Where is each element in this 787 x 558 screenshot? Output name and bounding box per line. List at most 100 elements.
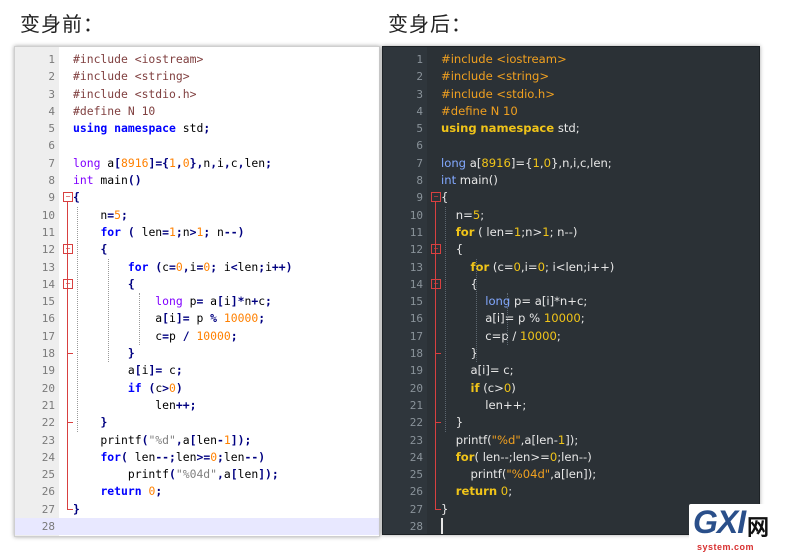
code-line[interactable]: 7 long a[8916]={1,0},n,i,c,len; [15,155,379,172]
code-text: return 0; [100,484,163,499]
fold-end-marker [67,353,73,355]
watermark-domain: system.com [697,542,755,552]
code-line[interactable]: 13 for (c=0,i=0; i<len;i++) [15,259,379,276]
code-line[interactable]: 20 if (c>0) [383,380,759,397]
code-line[interactable]: 7 long a[8916]={1,0},n,i,c,len; [383,155,759,172]
code-text: printf("%04d",a[len]); [441,467,597,482]
code-line[interactable]: 12 {− [383,241,759,258]
code-line[interactable]: 24 for( len--;len>=0;len--) [15,449,379,466]
code-line[interactable]: 6 [383,137,759,154]
code-line[interactable]: 15 long p= a[i]*n+c; [15,293,379,310]
fold-line [67,287,68,354]
line-number: 6 [48,139,55,153]
line-number: 17 [409,329,423,343]
code-line[interactable]: 28 [15,518,379,536]
line-number: 18 [41,347,55,361]
watermark-cn: 网 [747,515,770,540]
code-line[interactable]: 2 #include <string> [383,68,759,85]
code-text: n=5; [441,207,485,222]
text-cursor [441,518,443,534]
code-text: for ( len=1;n>1; n--) [455,224,578,239]
code-line[interactable]: 23 printf("%d",a[len-1]); [15,432,379,449]
code-text: #define N 10 [73,103,156,118]
code-line[interactable]: 17 c=p / 10000; [15,328,379,345]
line-number: 10 [409,208,423,222]
code-line[interactable]: 26 return 0; [383,483,759,500]
fold-toggle-icon[interactable]: − [63,278,73,289]
code-text: int main() [441,173,498,188]
site-watermark: GXI 网 system.com [689,504,781,552]
code-line[interactable]: 12 {− [15,241,379,258]
code-line[interactable]: 19 a[i]= c; [15,362,379,379]
code-line[interactable]: 16 a[i]= p % 10000; [15,310,379,327]
code-line[interactable]: 24 for( len--;len>=0;len--) [383,449,759,466]
code-text: #include <string> [73,69,190,84]
line-number: 17 [41,329,55,343]
code-line[interactable]: 21 len++; [383,397,759,414]
line-number: 15 [409,295,423,309]
line-number: 26 [409,485,423,499]
line-number: 12 [409,243,423,257]
editor-panel-before[interactable]: 1 #include <iostream> 2 #include <string> 3 #… [14,46,380,537]
code-line[interactable]: 23 printf("%d",a[len-1]); [383,432,759,449]
code-line[interactable]: 26 return 0; [15,483,379,500]
fold-toggle-icon[interactable]: − [63,244,73,255]
code-line[interactable]: 21 len++; [15,397,379,414]
code-line[interactable]: 19 a[i]= c; [383,362,759,379]
code-line[interactable]: 11 for ( len=1;n>1; n--) [15,224,379,241]
code-line[interactable]: 3 #include <stdio.h> [383,86,759,103]
code-line[interactable]: 8 int main() [15,172,379,189]
code-line[interactable]: 14 {− [15,276,379,293]
code-text: using namespace std; [73,121,211,136]
fold-toggle-icon[interactable]: − [431,278,441,289]
code-text: for( len--;len>=0;len--) [100,449,266,464]
code-line[interactable]: 10 n=5; [383,207,759,224]
code-text: } [127,346,135,361]
code-text: using namespace std; [441,121,580,136]
code-text: c=p / 10000; [73,328,238,343]
code-line[interactable]: 4 #define N 10 [15,103,379,120]
code-line[interactable]: 5 using namespace std; [15,120,379,137]
code-line[interactable]: 1 #include <iostream> [383,51,759,68]
code-line[interactable]: 13 for (c=0,i=0; i<len;i++) [383,259,759,276]
editor-panel-after[interactable]: 1 #include <iostream> 2 #include <string> 3 #… [382,46,760,535]
line-number: 14 [409,277,423,291]
code-line[interactable]: 8 int main() [383,172,759,189]
code-line[interactable]: 5 using namespace std; [383,120,759,137]
code-line[interactable]: 9 {− [383,189,759,206]
code-text: len++; [73,397,197,412]
code-line[interactable]: 4 #define N 10 [383,103,759,120]
line-number: 22 [41,416,55,430]
fold-toggle-icon[interactable]: − [431,192,441,203]
code-line[interactable]: 17 c=p / 10000; [383,328,759,345]
code-line[interactable]: 14 {− [383,276,759,293]
fold-toggle-icon[interactable]: − [431,244,441,255]
code-line[interactable]: 11 for ( len=1;n>1; n--) [383,224,759,241]
line-number: 11 [409,225,423,239]
code-text: { [127,276,135,291]
fold-toggle-icon[interactable]: − [63,192,73,203]
code-text: c=p / 10000; [441,328,561,343]
line-number: 7 [416,156,423,170]
code-line[interactable]: 25 printf("%04d",a[len]); [383,466,759,483]
code-line[interactable]: 2 #include <string> [15,68,379,85]
code-line[interactable]: 16 a[i]= p % 10000; [383,310,759,327]
code-line[interactable]: 6 [15,137,379,154]
code-line[interactable]: 25 printf("%04d",a[len]); [15,466,379,483]
code-line[interactable]: 15 long p= a[i]*n+c; [383,293,759,310]
line-number: 13 [409,260,423,274]
fold-end-marker [435,422,441,424]
code-text: n=5; [73,207,128,222]
line-number: 12 [41,243,55,257]
code-line[interactable]: 9 {− [15,189,379,206]
line-number: 9 [416,191,423,205]
line-number: 9 [48,191,55,205]
code-line[interactable]: 20 if (c>0) [15,380,379,397]
code-line[interactable]: 3 #include <stdio.h> [15,86,379,103]
line-number: 22 [409,416,423,430]
line-number: 20 [41,381,55,395]
line-number: 2 [48,70,55,84]
code-line[interactable]: 1 #include <iostream> [15,51,379,68]
code-line[interactable]: 10 n=5; [15,207,379,224]
line-number: 1 [48,53,55,66]
